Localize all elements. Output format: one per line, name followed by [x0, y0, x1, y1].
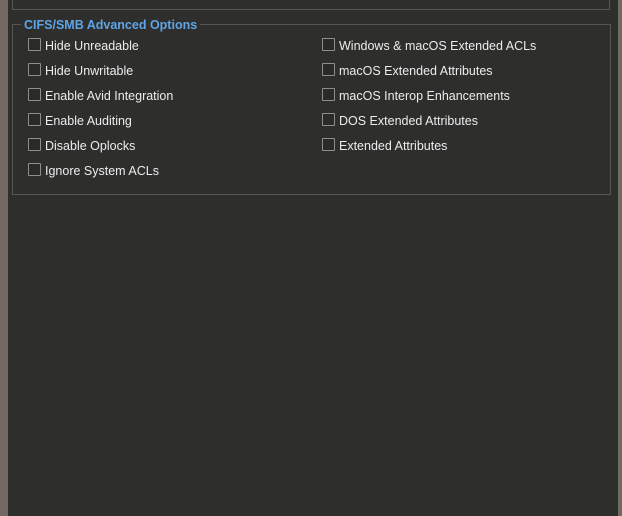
extended-attributes-label: Extended Attributes — [339, 139, 448, 153]
hide-unwritable-label: Hide Unwritable — [45, 64, 134, 78]
enable-auditing-checkbox[interactable] — [28, 112, 41, 126]
option-disable-oplocks[interactable]: Disable Oplocks — [28, 137, 136, 154]
macos-interop-enhancements-checkbox[interactable] — [322, 87, 335, 101]
settings-panel: CIFS/SMB Advanced Options Hide Unreadabl… — [8, 0, 618, 516]
macos-extended-attributes-checkbox[interactable] — [322, 62, 335, 76]
hide-unreadable-label: Hide Unreadable — [45, 39, 139, 53]
ignore-system-acls-label: Ignore System ACLs — [45, 164, 159, 178]
previous-section-border — [12, 0, 610, 10]
disable-oplocks-label: Disable Oplocks — [45, 139, 136, 153]
enable-auditing-label: Enable Auditing — [45, 114, 132, 128]
option-macos-interop-enhancements[interactable]: macOS Interop Enhancements — [322, 87, 510, 104]
extended-attributes-checkbox[interactable] — [322, 137, 335, 151]
macos-interop-enhancements-label: macOS Interop Enhancements — [339, 89, 510, 103]
hide-unwritable-checkbox[interactable] — [28, 62, 41, 76]
windows-macos-extended-acls-label: Windows & macOS Extended ACLs — [339, 39, 537, 53]
ignore-system-acls-checkbox[interactable] — [28, 162, 41, 176]
windows-macos-extended-acls-checkbox[interactable] — [322, 37, 335, 51]
section-legend: CIFS/SMB Advanced Options — [21, 17, 201, 33]
option-ignore-system-acls[interactable]: Ignore System ACLs — [28, 162, 159, 179]
option-hide-unwritable[interactable]: Hide Unwritable — [28, 62, 134, 79]
advanced-options-fieldset: CIFS/SMB Advanced Options Hide Unreadabl… — [12, 17, 611, 195]
enable-avid-integration-label: Enable Avid Integration — [45, 89, 174, 103]
dos-extended-attributes-label: DOS Extended Attributes — [339, 114, 478, 128]
option-macos-extended-attributes[interactable]: macOS Extended Attributes — [322, 62, 493, 79]
dos-extended-attributes-checkbox[interactable] — [322, 112, 335, 126]
option-enable-avid-integration[interactable]: Enable Avid Integration — [28, 87, 174, 104]
disable-oplocks-checkbox[interactable] — [28, 137, 41, 151]
hide-unreadable-checkbox[interactable] — [28, 37, 41, 51]
option-dos-extended-attributes[interactable]: DOS Extended Attributes — [322, 112, 478, 129]
macos-extended-attributes-label: macOS Extended Attributes — [339, 64, 493, 78]
option-windows-macos-extended-acls[interactable]: Windows & macOS Extended ACLs — [322, 37, 537, 54]
option-enable-auditing[interactable]: Enable Auditing — [28, 112, 132, 129]
option-extended-attributes[interactable]: Extended Attributes — [322, 137, 448, 154]
enable-avid-integration-checkbox[interactable] — [28, 87, 41, 101]
option-hide-unreadable[interactable]: Hide Unreadable — [28, 37, 139, 54]
